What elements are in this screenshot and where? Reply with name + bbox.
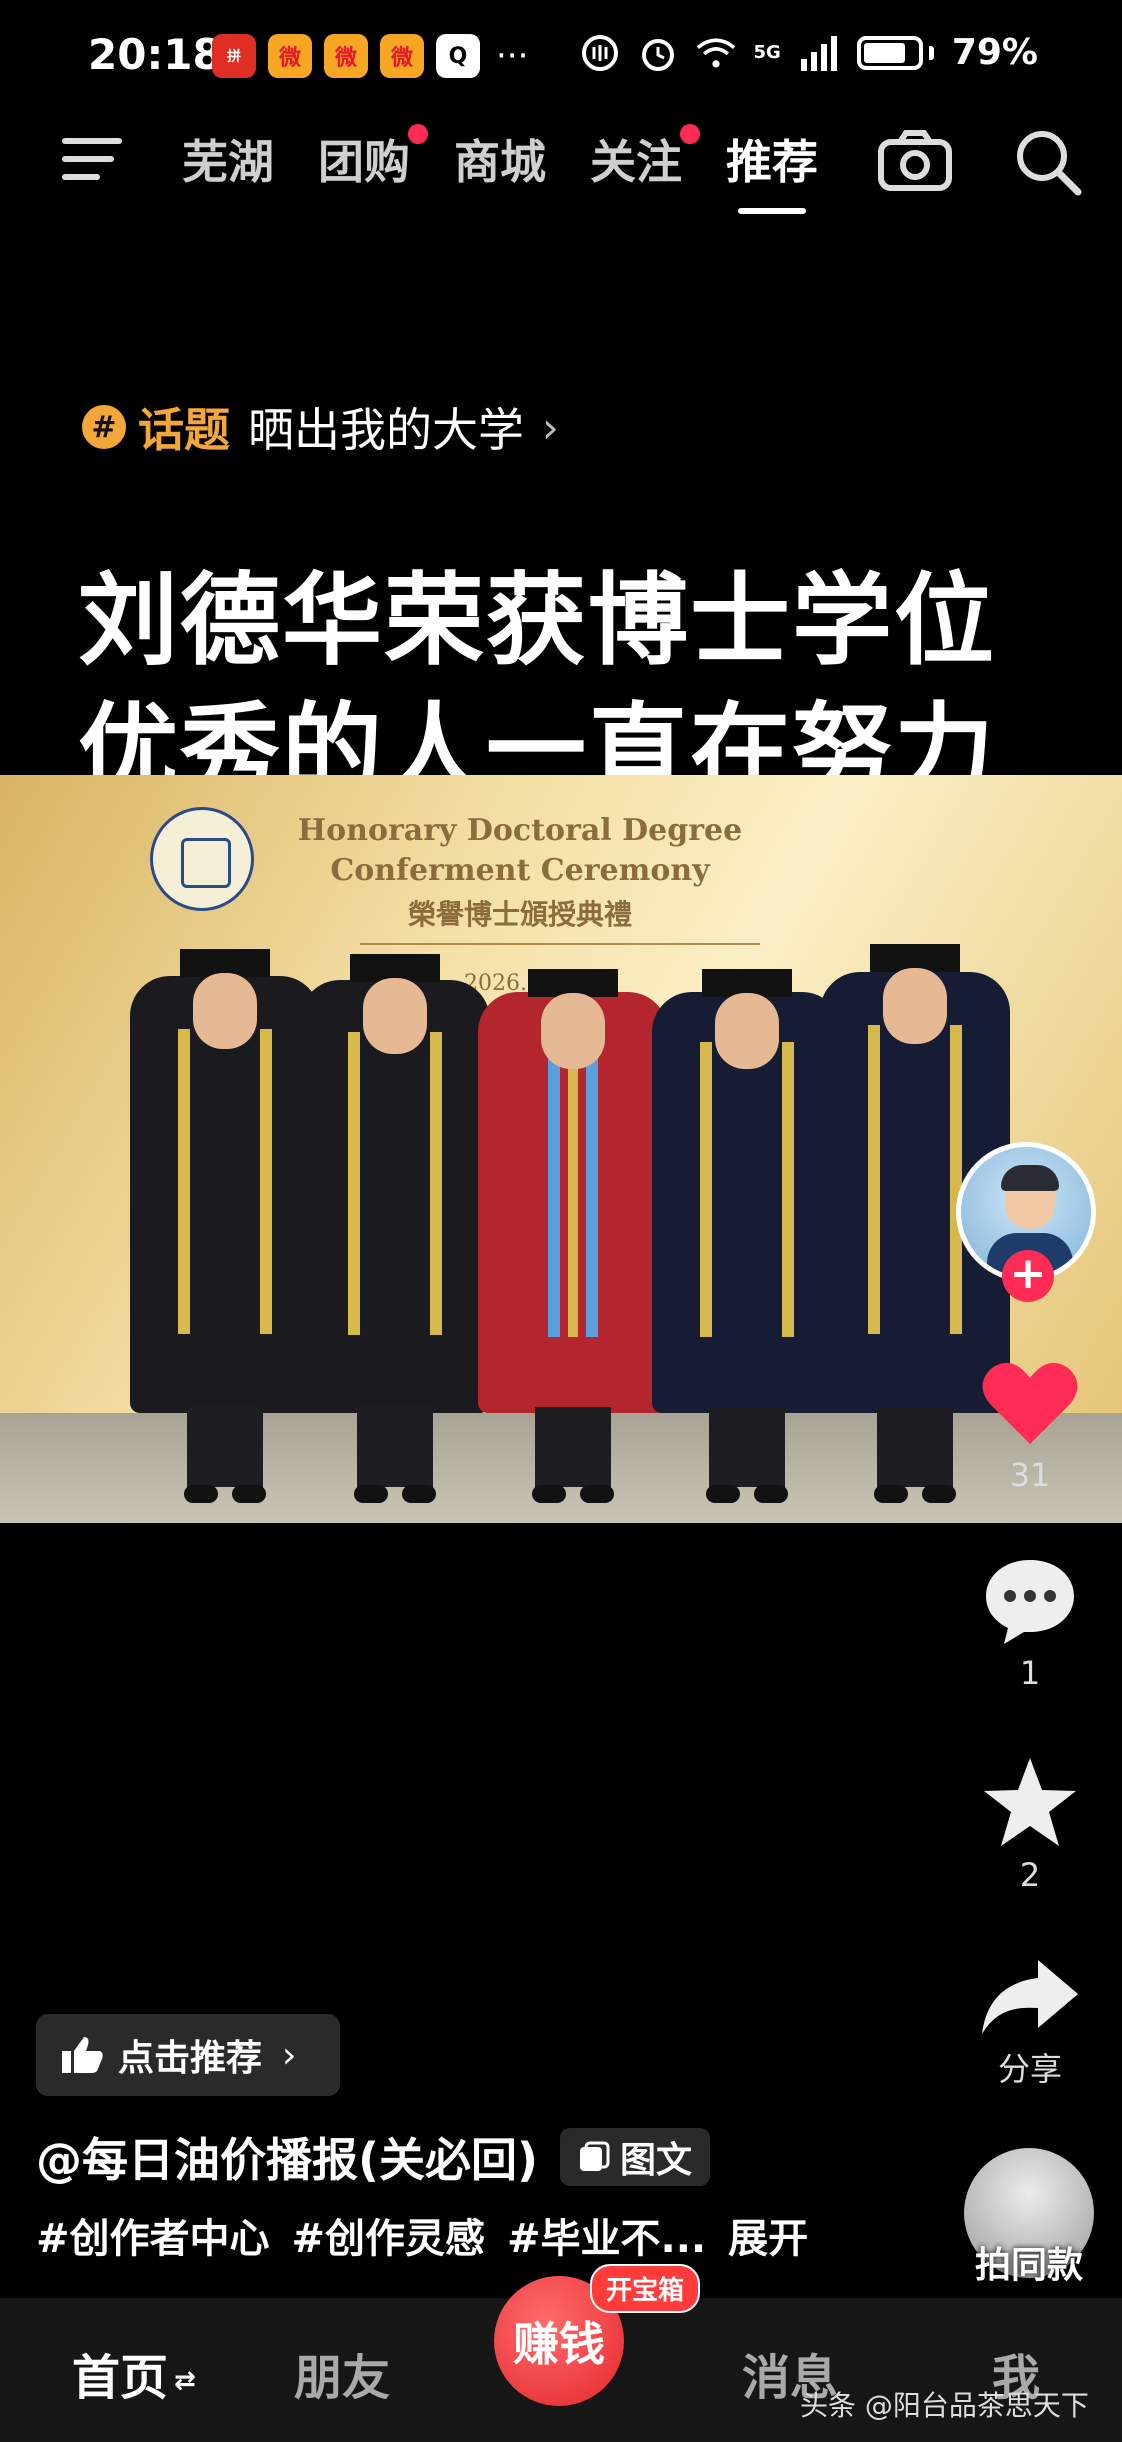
top-nav: 芜湖 团购 商城 关注 推荐: [0, 110, 1122, 214]
share-icon: [982, 1960, 1078, 2034]
topic-name: 晒出我的大学: [248, 403, 524, 457]
image-text-icon: [580, 2141, 610, 2171]
ceremony-title-en-2: Conferment Ceremony: [330, 853, 710, 888]
headline-line-1: 刘德华荣获博士学位: [78, 562, 996, 679]
person: [478, 963, 668, 1503]
tab-label: 商城: [454, 135, 546, 189]
topic-link[interactable]: # 话题 晒出我的大学 ›: [82, 394, 559, 460]
divider: [360, 943, 760, 945]
star-icon: [984, 1758, 1076, 1846]
person: [300, 948, 490, 1503]
recommend-button[interactable]: 点击推荐 ›: [36, 2014, 340, 2096]
author-line: @每日油价播报(关必回) 图文: [36, 2124, 711, 2190]
post-photo[interactable]: Honorary Doctoral Degree Conferment Cere…: [0, 775, 1122, 1523]
qq-icon: Q: [436, 34, 480, 78]
comment-count: 1: [1019, 1654, 1041, 1692]
hashtag-list: #创作者中心 #创作灵感 #毕业不... 展开: [36, 2206, 808, 2264]
earn-label: 赚钱: [513, 2317, 605, 2371]
thumbs-up-icon: [62, 2037, 103, 2073]
camera-icon[interactable]: [878, 130, 952, 192]
chevron-right-icon: ›: [542, 402, 559, 452]
like-count: 31: [1009, 1456, 1051, 1494]
tab-wuhu[interactable]: 芜湖: [182, 126, 274, 192]
comment-icon: [986, 1560, 1074, 1644]
ceremony-title-zh: 榮譽博士頒授典禮: [407, 898, 632, 931]
status-bar: 20:18 拼 微 微 微 Q ··· 5G 79%: [0, 0, 1122, 110]
nav-home-label: 首页: [72, 2350, 169, 2406]
person: [652, 963, 842, 1503]
treasure-box-badge[interactable]: 开宝箱: [590, 2264, 701, 2313]
signal-icon: [799, 33, 839, 73]
status-time: 20:18: [88, 30, 222, 79]
watermark: 头条 @阳台品茶思天下: [800, 2389, 1089, 2422]
search-icon[interactable]: [1014, 128, 1082, 196]
hashtag-icon: #: [82, 405, 126, 449]
battery-percent: 79%: [951, 32, 1038, 73]
tab-label: 团购: [318, 135, 410, 189]
battery-fill: [863, 42, 905, 63]
weibo-icon: 微: [380, 34, 424, 78]
recommend-label: 点击推荐: [118, 2038, 263, 2079]
menu-icon[interactable]: [62, 134, 122, 184]
nav-tabs: 芜湖 团购 商城 关注 推荐: [182, 124, 818, 214]
tab-label: 推荐: [726, 135, 818, 189]
nav-home[interactable]: 首页 ⇄: [72, 2338, 196, 2408]
tab-mall[interactable]: 商城: [454, 126, 546, 192]
pinduoduo-icon: 拼: [212, 34, 256, 78]
tab-following[interactable]: 关注: [590, 124, 700, 192]
hashtag-item[interactable]: #创作者中心: [36, 2206, 270, 2264]
weibo-icon: 微: [324, 34, 368, 78]
tab-label: 芜湖: [182, 135, 274, 189]
ceremony-title-en-1: Honorary Doctoral Degree: [297, 813, 743, 848]
expand-button[interactable]: 展开: [728, 2206, 808, 2264]
chevron-right-icon: ›: [282, 2034, 297, 2076]
nav-friends[interactable]: 朋友: [294, 2338, 390, 2408]
comment-button[interactable]: 1: [960, 1556, 1100, 1692]
nav-friends-label: 朋友: [294, 2350, 391, 2406]
system-indicators: 5G 79%: [580, 32, 1038, 73]
topic-label: 话题: [138, 403, 230, 457]
wifi-icon: [696, 33, 736, 73]
heart-icon: [982, 1362, 1078, 1444]
tab-recommend[interactable]: 推荐: [726, 126, 818, 214]
hashtag-item[interactable]: #创作灵感: [292, 2206, 486, 2264]
post-type-label: 图文: [620, 2140, 693, 2181]
notification-icons: 拼 微 微 微 Q ···: [212, 34, 528, 78]
like-button[interactable]: 31: [960, 1358, 1100, 1494]
share-label: 分享: [997, 2050, 1062, 2088]
battery-icon: [856, 35, 934, 70]
share-button[interactable]: 分享: [960, 1956, 1100, 2090]
favorite-button[interactable]: 2: [960, 1756, 1100, 1894]
notification-dot: [680, 124, 700, 144]
refresh-arrows-icon: ⇄: [174, 2366, 196, 2396]
tab-group-buy[interactable]: 团购: [318, 124, 428, 192]
post-type-badge: 图文: [560, 2128, 711, 2186]
more-notifications-icon: ···: [496, 36, 529, 76]
tab-label: 关注: [590, 135, 682, 189]
person: [130, 943, 320, 1503]
follow-button[interactable]: +: [1002, 1250, 1054, 1302]
active-tab-indicator: [738, 208, 806, 214]
same-style-label[interactable]: 拍同款: [944, 2236, 1114, 2288]
hashtag-item[interactable]: #毕业不...: [507, 2206, 706, 2264]
favorite-count: 2: [1019, 1856, 1041, 1894]
notification-dot: [408, 124, 428, 144]
network-label: 5G: [753, 42, 781, 63]
author-name[interactable]: @每日油价播报(关必回): [36, 2124, 538, 2190]
alarm-icon: [638, 33, 678, 73]
nfc-icon: [580, 33, 620, 73]
weibo-icon: 微: [268, 34, 312, 78]
